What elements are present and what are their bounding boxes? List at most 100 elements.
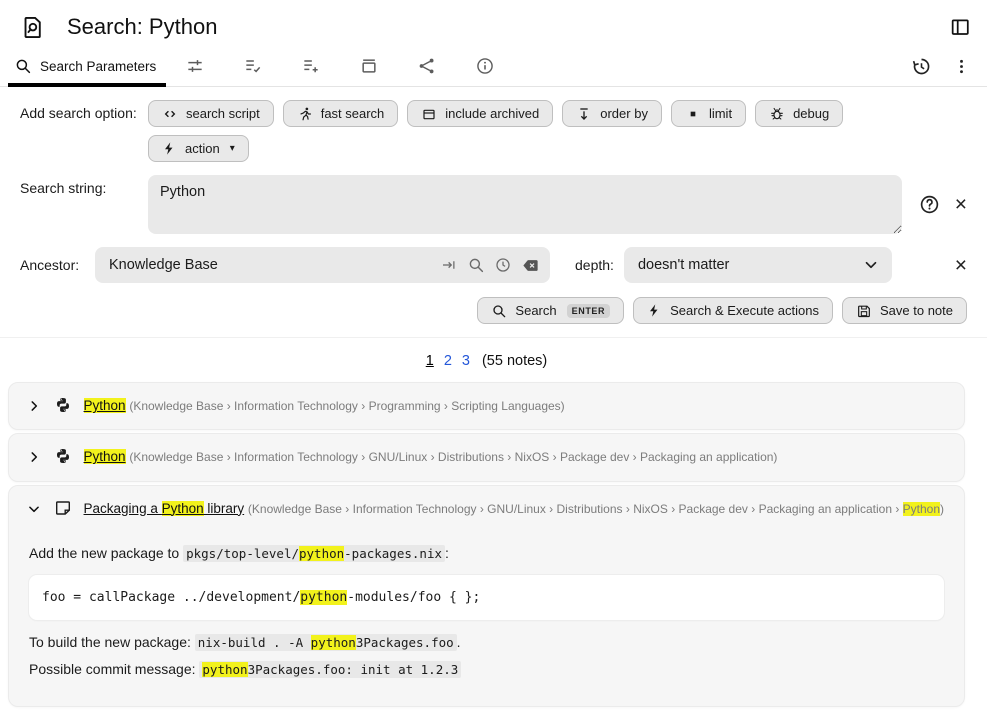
ribbon-tab-bar: Search Parameters [0,46,987,87]
action-button[interactable]: action ▾ [148,135,249,162]
search-option-buttons: search script fast search include archiv… [148,100,920,162]
search-string-row: Search string: Python × [20,175,967,234]
note-icon [55,500,71,516]
search-execute-button[interactable]: Search & Execute actions [633,297,833,324]
arrow-down-to-bar-icon [576,106,592,122]
limit-button[interactable]: limit [671,100,746,127]
code-block: foo = callPackage ../development/python-… [29,575,944,620]
search-button[interactable]: Search ENTER [477,297,624,324]
preview-paragraph: Possible commit message: python3Packages… [29,661,944,677]
ancestor-input-icons [440,256,540,275]
page-3-link[interactable]: 3 [462,353,470,369]
text-part: -packages.nix [344,546,442,561]
text-part: (Knowledge Base › Information Technology… [248,502,903,516]
search-highlight: Python [84,398,126,413]
ancestor-input[interactable] [107,256,440,274]
tab-label: Search Parameters [40,59,156,74]
text-part: ) [940,502,944,516]
remove-search-string-icon[interactable]: × [955,194,967,215]
floppy-icon [856,303,872,319]
page-2-link[interactable]: 2 [444,353,452,369]
backspace-clear-icon[interactable] [521,256,540,275]
preview-paragraph: To build the new package: nix-build . -A… [29,634,944,650]
search-actions-row: Search ENTER Search & Execute actions Sa… [20,297,967,324]
text-part: nix-build . -A [198,635,311,650]
ancestor-row: Ancestor: depth: doesn't matter × [20,247,967,283]
chevron-down-icon [862,256,880,274]
file-search-icon[interactable] [20,15,45,40]
text-part: Packaging a [84,501,162,516]
chevron-down-icon[interactable] [27,502,41,516]
info-icon[interactable] [456,46,514,86]
bug-icon [769,106,785,122]
search-results: 123(55 notes) Python (Knowledge Base › I… [0,338,987,707]
tab-search-parameters[interactable]: Search Parameters [8,46,166,86]
right-panel-toggle-icon[interactable] [949,16,971,38]
search-highlight: Python [162,501,204,516]
pagination: 123(55 notes) [8,347,965,382]
search-highlight: Python [903,502,940,516]
code-icon [162,106,178,122]
text-part: (Knowledge Base › Information Technology… [129,450,777,464]
remove-ancestor-icon[interactable]: × [955,255,967,276]
jump-to-note-icon[interactable] [440,256,458,274]
fast-search-button[interactable]: fast search [283,100,399,127]
recent-notes-clock-icon[interactable] [494,256,512,274]
search-string-input[interactable]: Python [148,175,902,234]
search-string-label: Search string: [20,175,148,234]
result-card: Python (Knowledge Base › Information Tec… [8,433,965,481]
button-label: Save to note [880,303,953,318]
python-logo-icon [55,448,71,464]
python-logo-icon [55,397,71,413]
text-part: foo = callPackage ../development/ [42,590,300,605]
search-icon[interactable] [467,256,485,274]
button-label: action [185,141,220,156]
chevron-right-icon[interactable] [27,399,41,413]
title-bar: Search: Python [0,0,987,46]
order-by-button[interactable]: order by [562,100,662,127]
lightning-icon [162,141,177,156]
enter-kbd-badge: ENTER [567,304,611,318]
list-check-icon[interactable] [224,46,282,86]
result-title-link[interactable]: Packaging a Python library [84,501,245,516]
debug-button[interactable]: debug [755,100,843,127]
result-card-expanded: Packaging a Python library (Knowledge Ba… [8,485,965,707]
include-archived-button[interactable]: include archived [407,100,553,127]
text-part: Add the new package to [29,545,183,561]
button-label: fast search [321,106,385,121]
result-header: Python (Knowledge Base › Information Tec… [9,434,964,480]
list-plus-icon[interactable] [282,46,340,86]
text-part: -modules/foo { }; [347,590,480,605]
note-path: (Knowledge Base › Information Technology… [129,399,564,413]
inline-code: pkgs/top-level/python-packages.nix [183,545,445,562]
text-part: To build the new package: [29,634,195,650]
square-icon [685,106,701,122]
button-label: order by [600,106,648,121]
result-title-link[interactable]: Python [84,449,126,464]
button-label: include archived [445,106,539,121]
help-icon[interactable] [919,194,940,215]
result-header: Packaging a Python library (Knowledge Ba… [9,486,964,532]
note-path: (Knowledge Base › Information Technology… [248,502,944,516]
text-part: (Knowledge Base › Information Technology… [129,399,564,413]
result-card: Python (Knowledge Base › Information Tec… [8,382,965,430]
text-part: : [445,545,449,561]
button-label: search script [186,106,260,121]
page-1-current[interactable]: 1 [426,353,434,369]
depth-label: depth: [575,257,614,273]
ancestor-label: Ancestor: [20,257,95,273]
search-highlight: python [299,546,344,561]
button-label: Search [515,303,556,318]
chevron-right-icon[interactable] [27,450,41,464]
search-script-button[interactable]: search script [148,100,274,127]
kebab-menu-icon[interactable] [952,57,971,76]
archive-icon[interactable] [340,46,398,86]
tune-icon[interactable] [166,46,224,86]
note-map-icon[interactable] [398,46,456,86]
depth-select[interactable]: doesn't matter [624,247,892,283]
save-to-note-button[interactable]: Save to note [842,297,967,324]
page-title: Search: Python [67,14,217,40]
text-part: pkgs/top-level/ [186,546,299,561]
result-title-link[interactable]: Python [84,398,126,413]
history-icon[interactable] [911,56,932,77]
